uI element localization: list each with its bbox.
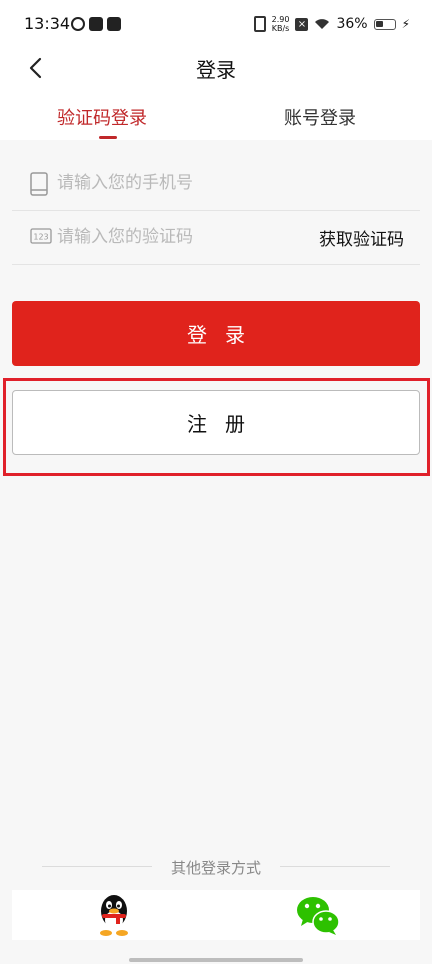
code-input[interactable] bbox=[57, 224, 307, 250]
header: 登录 验证码登录 账号登录 bbox=[0, 50, 432, 140]
login-button[interactable]: 登录 bbox=[12, 301, 420, 366]
notification-icons bbox=[71, 17, 121, 31]
divider-right bbox=[280, 866, 390, 867]
phone-input[interactable] bbox=[57, 170, 307, 196]
wifi-icon bbox=[315, 19, 330, 29]
svg-text:123: 123 bbox=[33, 233, 48, 242]
tab-verification-code-login[interactable]: 验证码登录 bbox=[57, 104, 147, 130]
qq-icon[interactable] bbox=[96, 893, 132, 937]
register-button[interactable]: 注册 bbox=[12, 390, 420, 455]
status-right: 2.90 KB/s × 36% ⚡ bbox=[253, 15, 410, 33]
vibrate-icon bbox=[253, 16, 266, 32]
mail-notification-icon bbox=[89, 17, 103, 31]
speed-value: 2.90 bbox=[271, 15, 290, 24]
home-indicator bbox=[129, 958, 303, 962]
page-title: 登录 bbox=[196, 58, 236, 82]
network-speed: 2.90 KB/s bbox=[272, 15, 290, 33]
app-notification-icon bbox=[71, 17, 85, 31]
speed-unit: KB/s bbox=[271, 24, 290, 33]
battery-icon bbox=[373, 18, 396, 30]
tiktok-notification-icon bbox=[107, 17, 121, 31]
get-code-button[interactable]: 获取验证码 bbox=[319, 225, 404, 250]
active-tab-indicator bbox=[99, 136, 117, 139]
keypad-123-icon: 123 bbox=[30, 228, 52, 244]
code-field: 123 获取验证码 bbox=[12, 212, 420, 265]
tab-account-login[interactable]: 账号登录 bbox=[284, 104, 356, 130]
wechat-icon[interactable] bbox=[295, 894, 341, 936]
phone-icon bbox=[30, 172, 48, 196]
other-login-label: 其他登录方式 bbox=[170, 859, 261, 877]
charging-icon: ⚡ bbox=[401, 17, 410, 31]
no-sim-icon: × bbox=[295, 17, 309, 31]
status-time: 13:34 bbox=[24, 14, 71, 33]
phone-field bbox=[12, 158, 420, 211]
status-bar: 13:34 2.90 KB/s × 36% ⚡ bbox=[0, 0, 432, 50]
social-login-bar bbox=[12, 890, 420, 940]
battery-percent: 36% bbox=[336, 16, 368, 32]
